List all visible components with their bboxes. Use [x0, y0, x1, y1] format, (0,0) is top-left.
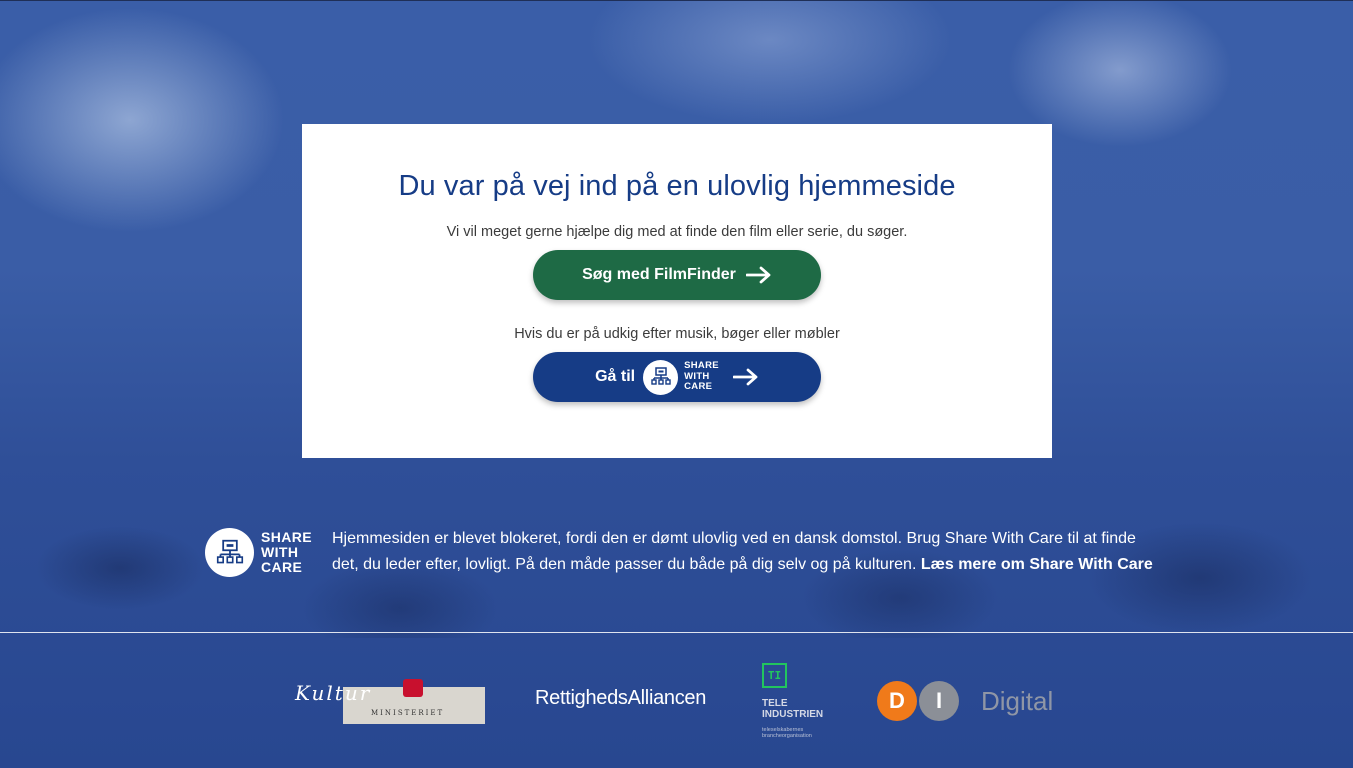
share-with-care-icon [205, 528, 254, 577]
read-more-link[interactable]: Læs mere om Share With Care [921, 556, 1153, 573]
kultur-script: Kultur [295, 681, 372, 705]
info-section: SHARE WITH CARE Hjemmesiden er blevet bl… [205, 528, 1155, 578]
logo-line: WITH [684, 370, 710, 382]
blocked-notice-card: Du var på vej ind på en ulovlig hjemmesi… [302, 124, 1052, 458]
di-digital-text: Digital [981, 685, 1054, 716]
rettighedsalliancen-logo[interactable]: RettighedsAlliancen [535, 687, 706, 710]
logo-line: SHARE [261, 529, 313, 545]
arrow-right-icon [745, 266, 772, 284]
share-button-prefix: Gå til [595, 368, 636, 385]
tele-name-line: TELE [762, 698, 788, 709]
crown-icon [403, 679, 423, 697]
logo-line: CARE [684, 381, 713, 393]
arrow-right-icon [732, 368, 759, 386]
logo-line: CARE [261, 559, 303, 575]
music-books-text: Hvis du er på udkig efter musik, bøger e… [514, 326, 840, 342]
teleindustrien-logo[interactable]: TI TELE INDUSTRIEN teleselskabernes bran… [762, 663, 832, 739]
share-with-care-footer-logo[interactable]: SHARE WITH CARE [205, 528, 332, 577]
share-with-care-button[interactable]: Gå til SHARE WITH CARE [533, 352, 821, 402]
top-border [0, 0, 1353, 1]
logo-line: WITH [261, 544, 299, 560]
filmfinder-button[interactable]: Søg med FilmFinder [533, 250, 821, 300]
di-digital-logo[interactable]: D I Digital [877, 681, 1053, 721]
kulturministeriet-logo[interactable]: Kultur MINISTERIET [295, 679, 485, 724]
film-help-text: Vi vil meget gerne hjælpe dig med at fin… [446, 224, 908, 240]
kultur-sub: MINISTERIET [371, 709, 445, 717]
share-with-care-logo: SHARE WITH CARE [643, 359, 719, 395]
page-title: Du var på vej ind på en ulovlig hjemmesi… [398, 170, 956, 202]
filmfinder-button-label: Søg med FilmFinder [582, 266, 736, 283]
tele-sub-line: brancheorganisation [762, 733, 812, 739]
di-d-circle: D [877, 681, 917, 721]
blocked-explanation: Hjemmesiden er blevet blokeret, fordi de… [332, 526, 1155, 578]
tele-box: TI [762, 663, 787, 688]
tele-name-line: INDUSTRIEN [762, 709, 824, 720]
partner-logos: Kultur MINISTERIET RettighedsAlliancen T… [0, 633, 1353, 768]
logo-line: SHARE [684, 360, 719, 372]
di-i-circle: I [919, 681, 959, 721]
share-with-care-icon [643, 359, 679, 395]
